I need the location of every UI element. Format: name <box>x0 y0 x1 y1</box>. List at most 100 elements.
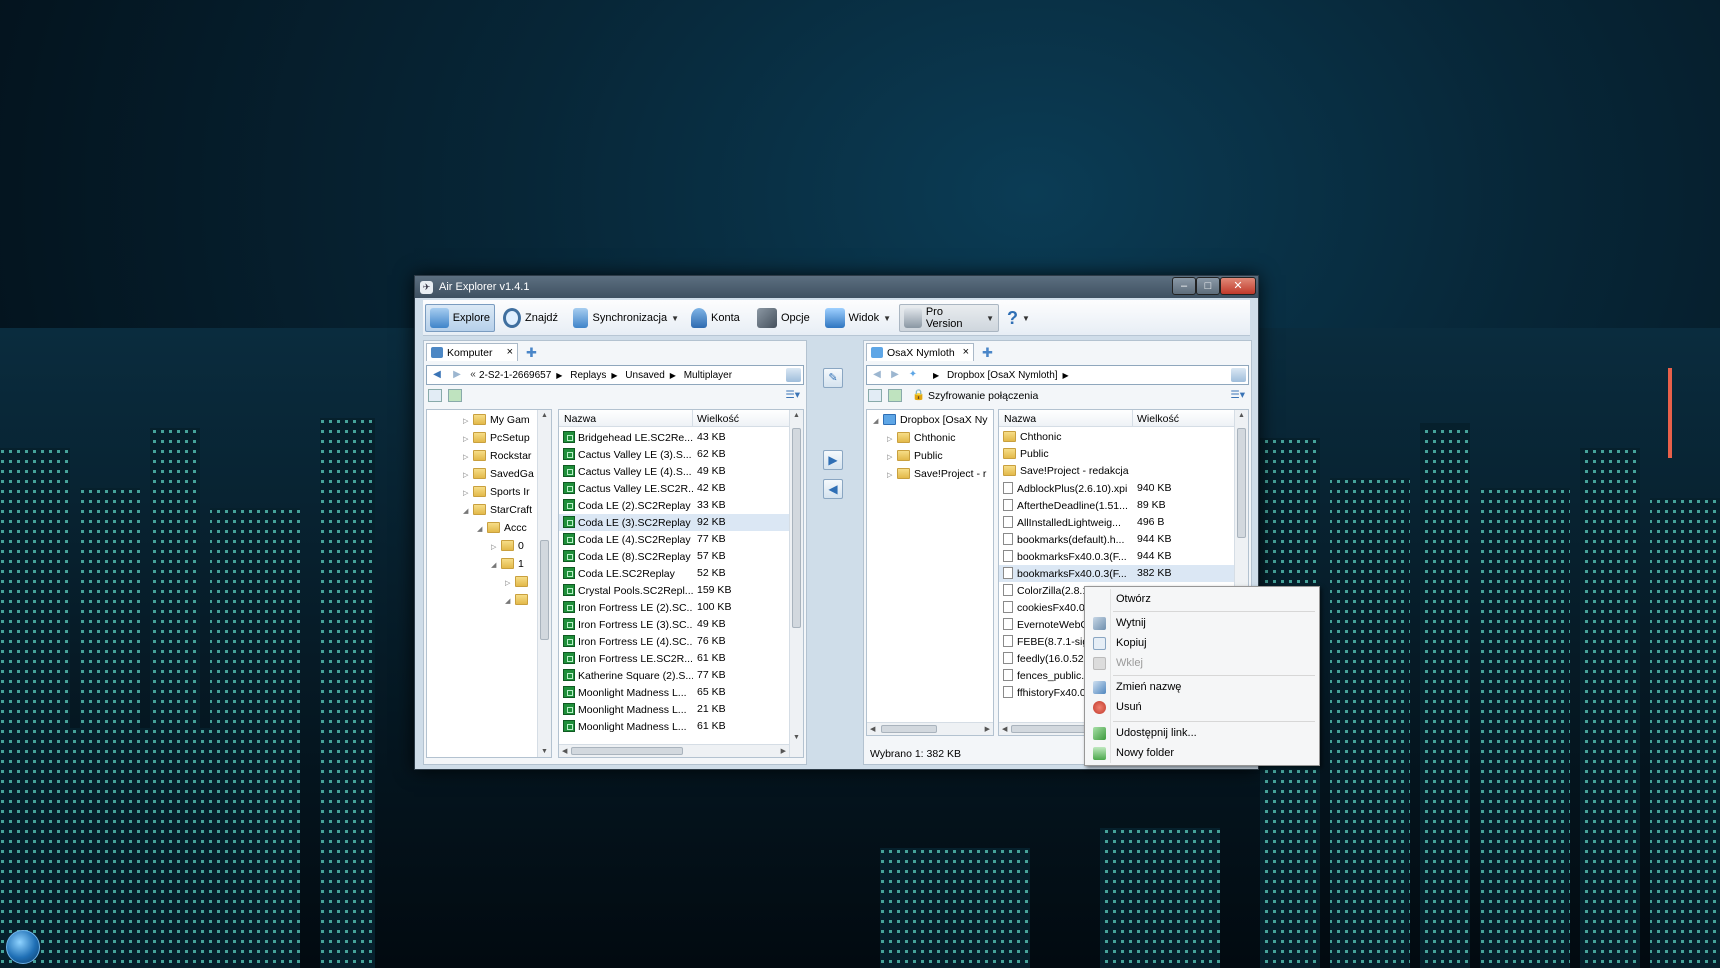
expand-icon[interactable]: ▷ <box>491 543 501 551</box>
file-row[interactable]: Save!Project - redakcja <box>999 463 1234 480</box>
accounts-button[interactable]: Konta <box>687 304 749 332</box>
tree-hscrollbar[interactable]: ◀ ▶ <box>867 722 993 735</box>
menu-item-share-link[interactable]: Udostępnij link... <box>1085 723 1319 743</box>
menu-item-rename[interactable]: Zmień nazwę <box>1085 677 1319 697</box>
close-tab-icon[interactable]: × <box>507 346 513 358</box>
back-icon[interactable]: ◀ <box>431 369 443 381</box>
menu-item-paste[interactable]: Wklej <box>1085 653 1319 673</box>
file-row[interactable]: Public <box>999 446 1234 463</box>
file-row[interactable]: AftertheDeadline(1.51... 89 KB <box>999 497 1234 514</box>
tree-item[interactable]: ▷ Chthonic <box>887 432 955 448</box>
find-button[interactable]: Znajdź <box>499 304 565 332</box>
expand-icon[interactable]: ▷ <box>887 435 897 443</box>
expand-icon[interactable]: ◢ <box>491 561 501 569</box>
file-row[interactable]: Iron Fortress LE (3).SC... 49 KB <box>559 616 789 633</box>
tree-item[interactable]: ◢ Accc <box>477 522 527 538</box>
expand-icon[interactable]: ▷ <box>463 417 473 425</box>
title-bar[interactable]: ✈ Air Explorer v1.4.1 ‒ □ ✕ <box>415 276 1258 298</box>
copy-left-button[interactable]: ◀ <box>823 479 843 499</box>
file-row[interactable]: Crystal Pools.SC2Repl... 159 KB <box>559 582 789 599</box>
left-address-bar[interactable]: ◀ ▶ « 2-S2-1-2669657 ▶ Replays ▶ Unsaved ▶ … <box>426 365 804 385</box>
tree-scrollbar[interactable]: ▲ ▼ <box>537 410 551 757</box>
col-divider[interactable] <box>1132 410 1133 427</box>
tree-item[interactable]: ◢ StarCraft <box>463 504 532 520</box>
view-mode-icon[interactable]: ☰▾ <box>785 389 800 401</box>
scroll-up-icon[interactable]: ▲ <box>793 412 800 419</box>
add-tab-icon[interactable]: ✚ <box>982 345 993 361</box>
overflow-chevron-icon[interactable]: « <box>467 369 479 381</box>
file-list-scrollbar[interactable]: ▲ ▼ <box>789 410 803 757</box>
file-row[interactable]: Coda LE (3).SC2Replay 92 KB <box>559 514 789 531</box>
hscroll-thumb[interactable] <box>881 725 937 733</box>
tree-item[interactable]: ▷ 0 <box>491 540 524 556</box>
scroll-left-icon[interactable]: ◀ <box>562 747 567 755</box>
explore-button[interactable]: Explore <box>425 304 495 332</box>
tab-osax-nymloth[interactable]: OsaX Nymloth × <box>866 343 974 361</box>
tree-item[interactable]: ▷ PcSetup <box>463 432 530 448</box>
help-button[interactable]: ? ▼ <box>1003 304 1039 332</box>
tree-toggle-icon[interactable] <box>868 389 882 402</box>
file-row[interactable]: bookmarks(default).h... 944 KB <box>999 531 1234 548</box>
col-divider[interactable] <box>692 410 693 427</box>
tree-toggle-icon[interactable] <box>428 389 442 402</box>
file-row[interactable]: AdblockPlus(2.6.10).xpi 940 KB <box>999 480 1234 497</box>
crumb-item[interactable]: Unsaved <box>625 370 664 381</box>
scroll-right-icon[interactable]: ▶ <box>985 725 990 733</box>
minimize-button[interactable]: ‒ <box>1172 277 1196 295</box>
menu-item-delete[interactable]: Usuń <box>1085 697 1319 717</box>
tree-item[interactable]: ▷ My Gam <box>463 414 530 430</box>
scroll-down-icon[interactable]: ▼ <box>541 748 548 755</box>
options-button[interactable]: Opcje <box>753 304 817 332</box>
maximize-button[interactable]: □ <box>1196 277 1220 295</box>
file-row[interactable]: Chthonic <box>999 429 1234 446</box>
expand-icon[interactable]: ◢ <box>477 525 487 533</box>
expand-icon[interactable]: ◢ <box>505 597 515 605</box>
file-row[interactable]: Moonlight Madness L... 65 KB <box>559 684 789 701</box>
windows-start-button[interactable] <box>6 930 40 964</box>
file-row[interactable]: Cactus Valley LE (4).S... 49 KB <box>559 463 789 480</box>
hscroll-thumb[interactable] <box>571 747 683 755</box>
file-list-hscrollbar[interactable]: ◀ ▶ <box>559 744 789 757</box>
scroll-left-icon[interactable]: ◀ <box>1002 725 1007 733</box>
scroll-thumb[interactable] <box>540 540 549 640</box>
expand-icon[interactable]: ▷ <box>463 471 473 479</box>
scroll-left-icon[interactable]: ◀ <box>870 725 875 733</box>
expand-icon[interactable]: ▷ <box>887 453 897 461</box>
tree-item[interactable]: ▷ SavedGa <box>463 468 534 484</box>
tree-item[interactable]: ▷ Public <box>887 450 943 466</box>
scroll-thumb[interactable] <box>792 428 801 628</box>
sync-button[interactable]: Synchronizacja ▼ <box>569 304 683 332</box>
col-name[interactable]: Nazwa <box>1004 413 1036 425</box>
pro-version-button[interactable]: Pro Version ▼ <box>899 304 999 332</box>
crumb-item[interactable]: 2-S2-1-2669657 <box>479 370 551 381</box>
expand-icon[interactable]: ▷ <box>505 579 515 587</box>
expand-icon[interactable]: ◢ <box>873 417 883 425</box>
file-row[interactable]: Iron Fortress LE (2).SC... 100 KB <box>559 599 789 616</box>
tree-item[interactable]: ◢ Dropbox [OsaX Ny <box>873 414 988 430</box>
file-row[interactable]: Iron Fortress LE (4).SC... 76 KB <box>559 633 789 650</box>
scroll-thumb[interactable] <box>1237 428 1246 538</box>
tree-item[interactable]: ▷ Save!Project - r <box>887 468 986 484</box>
scroll-up-icon[interactable]: ▲ <box>541 412 548 419</box>
file-row[interactable]: AllInstalledLightweig... 496 B <box>999 514 1234 531</box>
menu-item-cut[interactable]: Wytnij <box>1085 613 1319 633</box>
file-row[interactable]: Cactus Valley LE.SC2R... 42 KB <box>559 480 789 497</box>
col-name[interactable]: Nazwa <box>564 413 596 425</box>
tree-item[interactable]: ▷ <box>505 576 532 592</box>
tab-komputer[interactable]: Komputer × <box>426 343 518 361</box>
col-size[interactable]: Wielkość <box>1137 413 1179 425</box>
add-tab-icon[interactable]: ✚ <box>526 345 537 361</box>
new-folder-icon[interactable] <box>888 389 902 402</box>
file-row[interactable]: Bridgehead LE.SC2Re... 43 KB <box>559 429 789 446</box>
file-row[interactable]: Iron Fortress LE.SC2R... 61 KB <box>559 650 789 667</box>
scroll-up-icon[interactable]: ▲ <box>1238 412 1245 419</box>
right-address-bar[interactable]: ◀ ▶ ✦ ▶ Dropbox [OsaX Nymloth] ▶ <box>866 365 1249 385</box>
back-icon[interactable]: ◀ <box>871 369 883 381</box>
scroll-down-icon[interactable]: ▼ <box>793 734 800 741</box>
scroll-right-icon[interactable]: ▶ <box>781 747 786 755</box>
tree-item[interactable]: ◢ 1 <box>491 558 524 574</box>
crumb-item[interactable]: Replays <box>570 370 606 381</box>
refresh-icon[interactable] <box>1231 368 1246 382</box>
copy-right-button[interactable]: ▶ <box>823 450 843 470</box>
file-row[interactable]: Katherine Square (2).S... 77 KB <box>559 667 789 684</box>
